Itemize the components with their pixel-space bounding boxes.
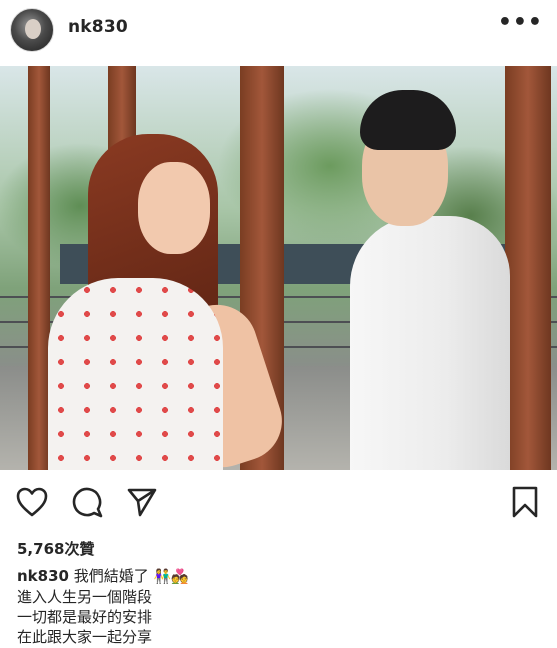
wooden-pillar bbox=[505, 66, 551, 470]
avatar-face bbox=[25, 19, 41, 39]
likes-count[interactable]: 5,768次贊 bbox=[17, 538, 94, 559]
man-shirt bbox=[350, 216, 510, 470]
caption-username[interactable]: nk830 bbox=[17, 567, 69, 585]
heart-icon[interactable] bbox=[15, 486, 49, 518]
action-bar bbox=[0, 478, 557, 530]
post-photo[interactable] bbox=[0, 66, 557, 470]
caption-line: 在此跟大家一起分享 bbox=[17, 628, 153, 646]
wooden-pillar bbox=[28, 66, 50, 470]
post-header: nk830 ••• bbox=[0, 0, 557, 60]
comment-icon[interactable] bbox=[70, 485, 104, 519]
post-caption: nk830 我們結婚了 👫💑 進入人生另一個階段 一切都是最好的安排 在此跟大家… bbox=[17, 566, 188, 647]
avatar[interactable] bbox=[10, 8, 54, 52]
woman-dress bbox=[48, 278, 223, 470]
caption-line: 進入人生另一個階段 bbox=[17, 588, 153, 606]
woman-face bbox=[138, 162, 210, 254]
caption-emojis: 👫💑 bbox=[153, 569, 189, 585]
caption-line: 一切都是最好的安排 bbox=[17, 608, 153, 626]
bookmark-icon[interactable] bbox=[510, 485, 540, 519]
more-options-icon[interactable]: ••• bbox=[498, 12, 543, 34]
caption-first-line: nk830 我們結婚了 👫💑 bbox=[17, 566, 188, 587]
send-icon[interactable] bbox=[126, 486, 158, 518]
caption-text: 我們結婚了 bbox=[73, 567, 149, 585]
post-username[interactable]: nk830 bbox=[68, 17, 128, 37]
